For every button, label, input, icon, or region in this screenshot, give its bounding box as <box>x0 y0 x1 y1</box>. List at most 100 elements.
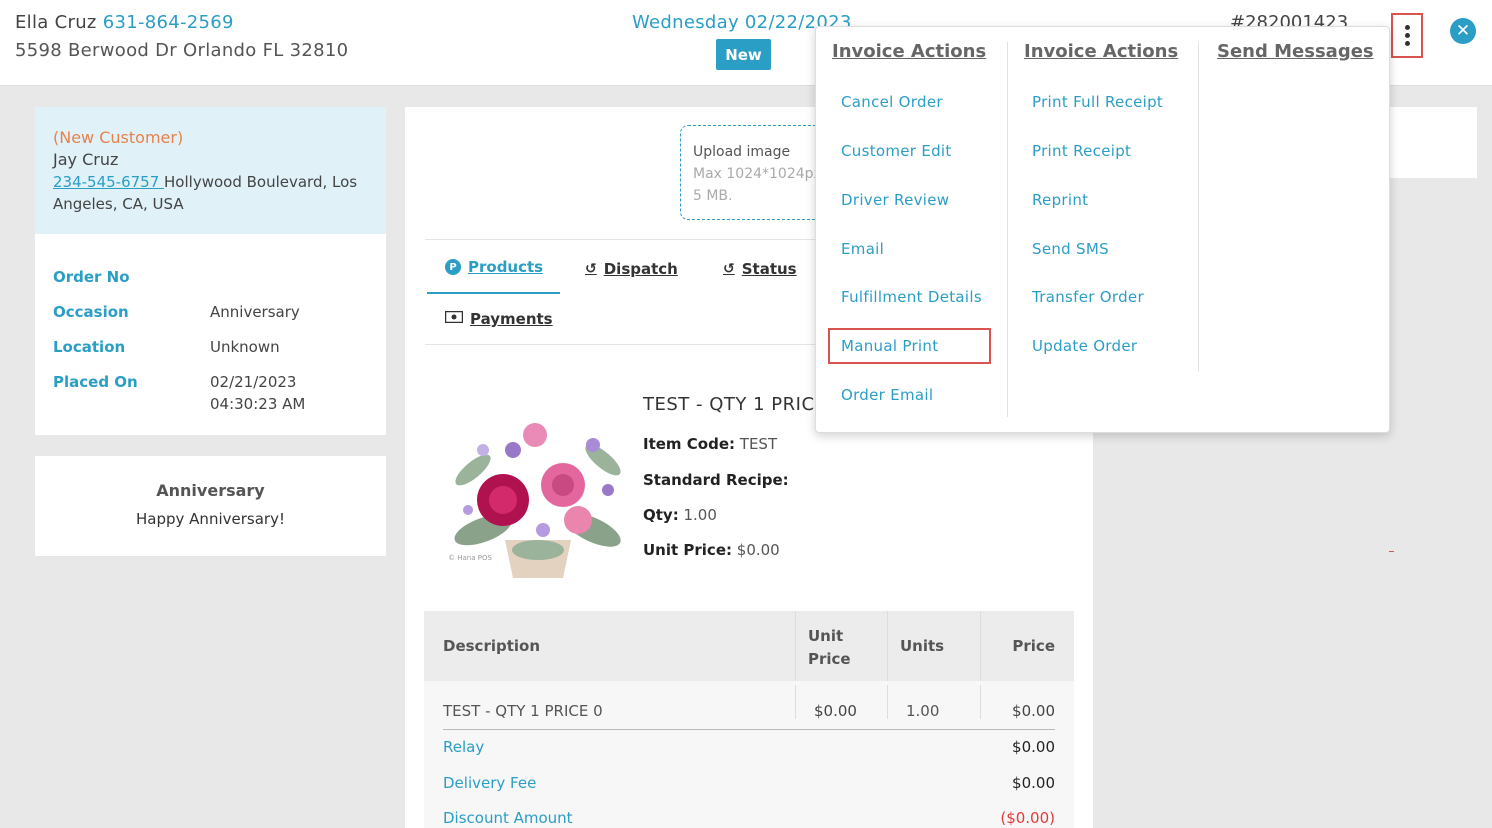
menu-item-send-sms[interactable]: Send SMS <box>1032 240 1109 258</box>
product-qty: Qty: 1.00 <box>643 506 717 524</box>
menu-item-print-full-receipt[interactable]: Print Full Receipt <box>1032 93 1163 111</box>
order-info-value: 02/21/2023 04:30:23 AM <box>210 373 306 413</box>
menu-item-cancel-order[interactable]: Cancel Order <box>841 93 943 111</box>
product-recipe: Standard Recipe: <box>643 471 789 489</box>
item-code-value: TEST <box>739 435 778 453</box>
unit-price-label: Unit Price: <box>643 541 732 559</box>
menu-heading-send-messages: Send Messages <box>1217 41 1374 62</box>
row-description: TEST - QTY 1 PRICE 0 <box>443 702 603 720</box>
tab-payments[interactable]: Payments <box>444 310 553 328</box>
summary-label[interactable]: Discount Amount <box>443 809 573 827</box>
menu-column-divider <box>1007 42 1008 417</box>
divider <box>795 611 796 681</box>
order-info-value: Anniversary <box>210 303 300 321</box>
divider <box>1389 551 1394 552</box>
recipient-contact: 234-545-6757 Hollywood Boulevard, Los An… <box>53 171 368 215</box>
status-badge[interactable]: New <box>716 39 771 70</box>
qty-value: 1.00 <box>683 506 717 524</box>
order-info-label: Location <box>53 338 126 356</box>
tab-products[interactable]: P Products <box>445 258 543 276</box>
product-item-code: Item Code: TEST <box>643 435 777 453</box>
divider <box>887 611 888 681</box>
customer-address: 5598 Berwood Dr Orlando FL 32810 <box>15 40 349 61</box>
summary-value: $0.00 <box>1012 774 1055 792</box>
tab-label: Payments <box>470 310 553 328</box>
recipient-card: (New Customer) Jay Cruz 234-545-6757 Hol… <box>35 107 386 234</box>
recipient-name: Jay Cruz <box>53 150 119 169</box>
row-unit-price: $0.00 <box>814 702 857 720</box>
menu-item-print-receipt[interactable]: Print Receipt <box>1032 142 1131 160</box>
history-icon: ↺ <box>585 261 597 277</box>
tab-label: Status <box>741 260 797 278</box>
menu-item-order-email[interactable]: Order Email <box>841 386 933 404</box>
summary-value: ($0.00) <box>1000 809 1055 827</box>
customer-phone[interactable]: 631-864-2569 <box>103 12 234 33</box>
menu-item-manual-print[interactable]: Manual Print <box>841 337 938 355</box>
divider <box>980 611 981 681</box>
menu-item-update-order[interactable]: Update Order <box>1032 337 1137 355</box>
tab-label: Products <box>468 258 544 276</box>
qty-label: Qty: <box>643 506 679 524</box>
order-info-value <box>210 266 360 288</box>
order-info-row: Placed On 02/21/2023 04:30:23 AM <box>53 371 368 415</box>
tab-dispatch[interactable]: ↺ Dispatch <box>585 260 678 278</box>
menu-item-driver-review[interactable]: Driver Review <box>841 191 949 209</box>
menu-column-divider <box>1198 42 1199 372</box>
col-price: Price <box>1012 637 1055 655</box>
order-info-row: Order No <box>53 266 368 288</box>
menu-item-fulfillment-details[interactable]: Fulfillment Details <box>841 288 982 306</box>
divider <box>795 685 796 719</box>
table-body: TEST - QTY 1 PRICE 0 $0.00 1.00 $0.00 Re… <box>424 681 1074 828</box>
kebab-dot <box>1404 41 1410 46</box>
p-circle-icon: P <box>445 259 461 275</box>
menu-item-customer-edit[interactable]: Customer Edit <box>841 142 952 160</box>
order-info-row: Occasion Anniversary <box>53 301 368 323</box>
product-unit-price: Unit Price: $0.00 <box>643 541 780 559</box>
order-info-label: Occasion <box>53 303 129 321</box>
table-header: Description Unit Price Units Price <box>424 611 1074 681</box>
recipe-label: Standard Recipe: <box>643 471 789 489</box>
row-units: 1.00 <box>906 702 940 720</box>
more-actions-button[interactable] <box>1391 13 1423 58</box>
col-description: Description <box>443 637 541 655</box>
item-code-label: Item Code: <box>643 435 735 453</box>
product-image: © Hana POS <box>448 423 621 578</box>
order-info-row: Location Unknown <box>53 336 368 358</box>
close-icon[interactable]: ✕ <box>1450 18 1476 44</box>
menu-item-reprint[interactable]: Reprint <box>1032 191 1088 209</box>
col-units: Units <box>900 637 945 655</box>
product-image-watermark: © Hana POS <box>448 554 492 562</box>
card-message-title: Anniversary <box>156 481 265 500</box>
unit-price-value: $0.00 <box>736 541 780 559</box>
tab-status[interactable]: ↺ Status <box>723 260 797 278</box>
customer-name: Ella Cruz <box>15 12 97 33</box>
summary-label[interactable]: Relay <box>443 738 484 756</box>
new-customer-tag: (New Customer) <box>53 128 184 147</box>
menu-heading-invoice-actions: Invoice Actions <box>832 41 987 62</box>
cash-icon <box>444 310 464 327</box>
actions-dropdown-menu: Invoice Actions Cancel Order Customer Ed… <box>815 26 1390 433</box>
summary-label[interactable]: Delivery Fee <box>443 774 536 792</box>
card-message: Anniversary Happy Anniversary! <box>35 456 386 556</box>
menu-item-email[interactable]: Email <box>841 240 884 258</box>
card-message-text: Happy Anniversary! <box>136 510 285 528</box>
customer-name-line: Ella Cruz 631-864-2569 <box>15 12 234 33</box>
order-info-value: Unknown <box>210 338 280 356</box>
kebab-dot <box>1404 33 1410 38</box>
summary-divider <box>443 729 1055 730</box>
order-info-card: Order No Occasion Anniversary Location U… <box>35 234 386 435</box>
order-info-label: Placed On <box>53 373 138 391</box>
col-unit-price: Unit Price <box>808 627 851 668</box>
tab-label: Dispatch <box>603 260 678 278</box>
recipient-phone-link[interactable]: 234-545-6757 <box>53 173 164 191</box>
order-info-label: Order No <box>53 268 130 286</box>
divider <box>980 685 981 719</box>
line-items-table: Description Unit Price Units Price TEST … <box>424 611 1074 828</box>
summary-value: $0.00 <box>1012 738 1055 756</box>
history-icon: ↺ <box>723 261 735 277</box>
menu-item-transfer-order[interactable]: Transfer Order <box>1032 288 1144 306</box>
active-tab-indicator <box>427 292 560 294</box>
divider <box>887 685 888 719</box>
menu-heading-invoice-actions: Invoice Actions <box>1024 41 1179 62</box>
kebab-dot <box>1404 25 1410 30</box>
